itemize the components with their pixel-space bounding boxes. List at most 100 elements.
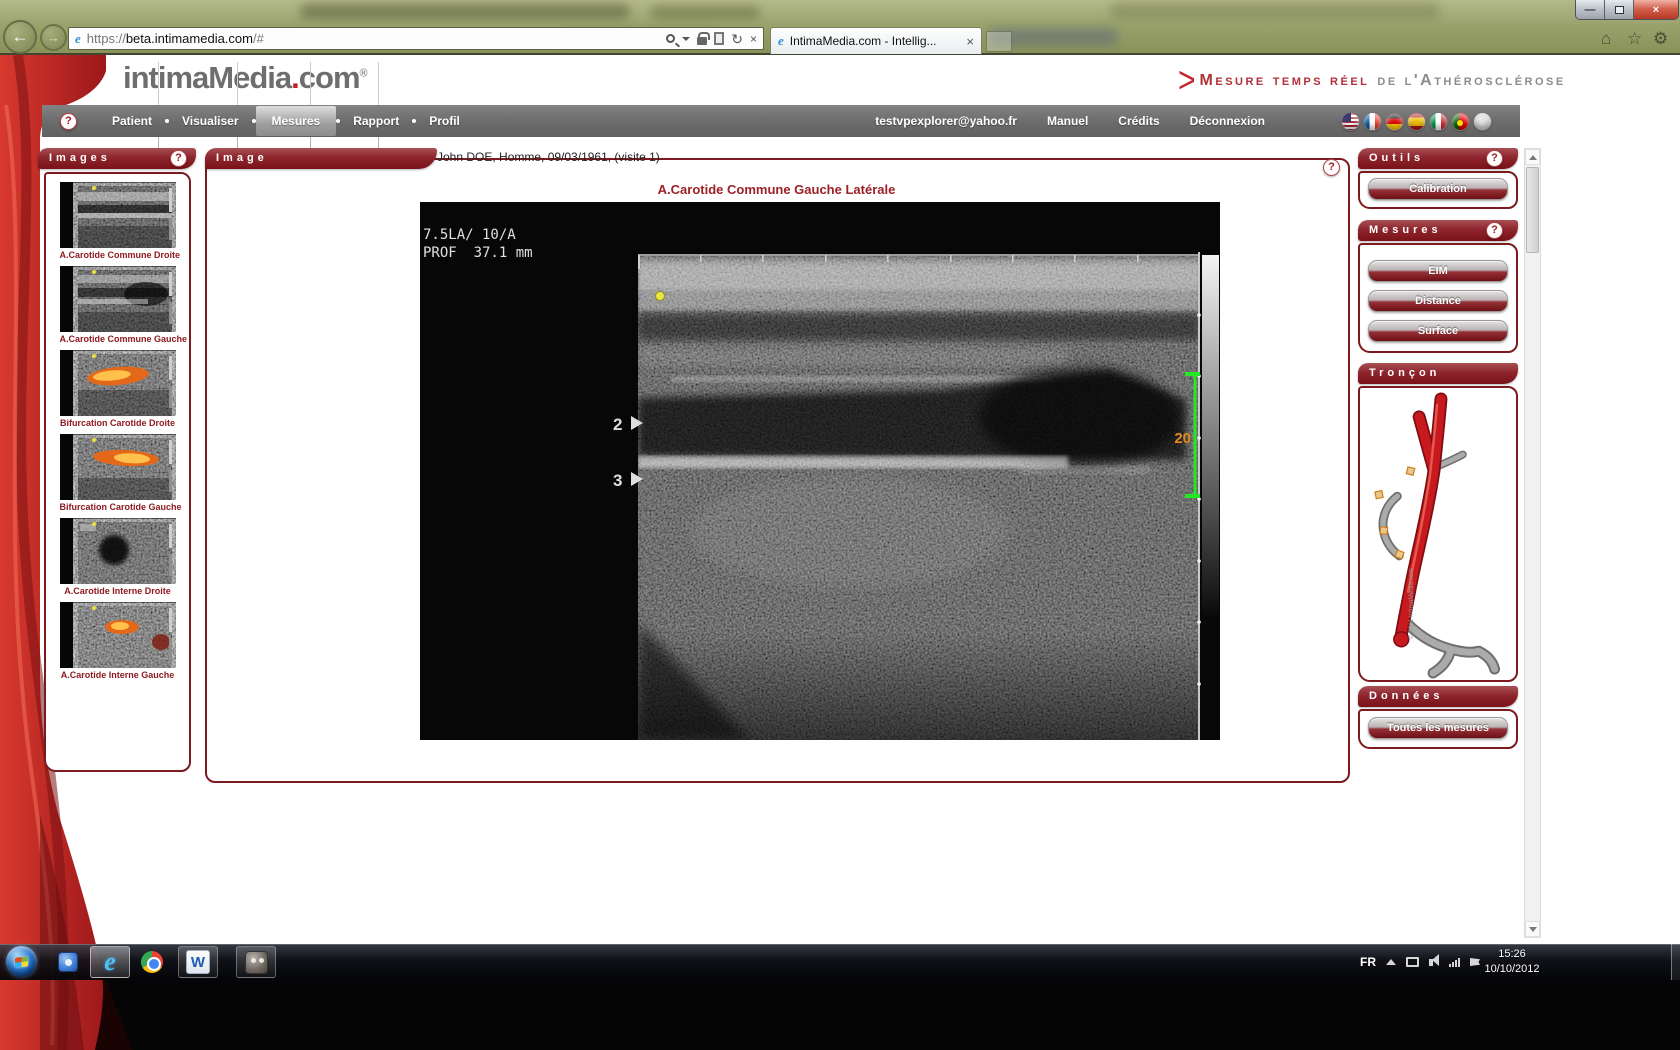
tools-help-icon[interactable]: ? [1486,150,1503,167]
browser-tab[interactable]: e IntimaMedia.com - Intellig... × [770,27,982,54]
flag-pt-icon[interactable] [1451,112,1470,131]
flag-de-icon[interactable] [1385,112,1404,131]
refresh-icon[interactable]: ↻ [731,32,743,46]
tagline-accent: Mesure temps réel [1200,72,1370,90]
thumbnail-label: A.Carotide Interne Gauche [60,670,176,680]
scroll-down-button[interactable] [1525,921,1540,937]
thumbnail-interne-droite[interactable]: A.Carotide Interne Droite [60,518,176,596]
logo-registered: ® [360,68,367,80]
scroll-up-button[interactable] [1525,149,1540,165]
flag-disabled-icon[interactable] [1473,112,1492,131]
gimp-icon [245,951,268,974]
settings-gear-icon[interactable]: ⚙ [1653,30,1668,47]
images-help-icon[interactable]: ? [170,150,187,167]
us-overlay-line1: 7.5LA/ 10/A [423,227,516,243]
taskbar-gimp-button[interactable] [236,946,276,978]
taskbar-ie-button[interactable]: e [90,946,130,978]
forward-icon: → [47,30,60,45]
forward-button[interactable]: → [40,24,67,51]
us-marker-3-label: 3 [613,471,622,490]
measures-help-icon[interactable]: ? [1486,222,1503,239]
arrow-up-icon [1529,155,1537,160]
network-tray-icon[interactable] [1449,958,1460,967]
us-overlay-line2: PROF 37.1 mm [423,245,533,261]
home-icon[interactable]: ⌂ [1601,30,1611,47]
restore-button[interactable] [1605,0,1634,20]
taskbar-app-1[interactable] [50,946,86,978]
calibration-button[interactable]: Calibration [1368,178,1508,200]
us-yellow-marker[interactable] [656,292,665,301]
troncon-panel-header: Tronçon [1358,363,1518,384]
all-measures-button[interactable]: Toutes les mesures [1368,717,1508,739]
compatibility-view-icon[interactable] [714,32,724,45]
account-email[interactable]: testvpexplorer@yahoo.fr [875,114,1017,128]
favorites-star-icon[interactable]: ☆ [1627,30,1642,47]
address-bar[interactable]: e https://beta.intimamedia.com/# ↻ × [68,27,764,50]
nav-item-profil[interactable]: Profil [416,114,473,128]
content-scrollbar[interactable] [1524,148,1541,938]
scrollbar-thumb[interactable] [1526,167,1539,253]
chrome-icon [141,951,163,973]
nav-link-manuel[interactable]: Manuel [1047,114,1088,128]
thumbnail-carotide-commune-droite[interactable]: A.Carotide Commune Droite [60,182,176,260]
flag-fr-icon[interactable] [1363,112,1382,131]
taskbar-clock[interactable]: 15:26 10/10/2012 [1474,947,1550,977]
nav-dot [252,119,256,123]
word-icon: W [186,950,210,974]
tab-favicon: e [778,33,784,49]
ie-favicon: e [75,31,81,47]
logo-dot: . [291,60,299,95]
nav-help-icon[interactable]: ? [60,113,77,130]
flag-es-icon[interactable] [1407,112,1426,131]
nav-link-deconnexion[interactable]: Déconnexion [1190,114,1265,128]
url-text: https://beta.intimamedia.com/# [87,31,264,46]
surface-button[interactable]: Surface [1368,320,1508,342]
nav-separator [158,62,159,105]
site-logo[interactable]: intimaMedia.com® [123,60,367,96]
search-icon[interactable] [666,34,675,43]
volume-tray-icon[interactable] [1429,953,1439,971]
show-desktop-button[interactable] [1671,944,1680,980]
nav-item-visualiser[interactable]: Visualiser [169,114,251,128]
site-tagline: > Mesure temps réel de l'Athérosclérose [1178,64,1566,98]
taskbar-word-button[interactable]: W [178,946,218,978]
artery-diagram[interactable]: © 2011 IntimaMedia.com [1363,389,1513,679]
stop-icon[interactable]: × [750,33,757,45]
close-button[interactable]: × [1634,0,1678,20]
nav-item-patient[interactable]: Patient [99,114,165,128]
diagram-copyright: © 2011 IntimaMedia.com [1407,568,1415,639]
thumbnail-bifurcation-gauche[interactable]: Bifurcation Carotide Gauche [60,434,176,512]
language-indicator[interactable]: FR [1360,955,1376,969]
nav-item-mesures[interactable]: Mesures [256,106,337,136]
eim-button[interactable]: EIM [1368,260,1508,282]
artery-end-dot [1394,632,1409,647]
flag-it-icon[interactable] [1429,112,1448,131]
windows-flag-icon [15,956,28,967]
image-help-icon[interactable]: ? [1323,159,1340,176]
back-button[interactable]: ← [3,20,37,54]
thumbnail-interne-gauche[interactable]: A.Carotide Interne Gauche [60,602,176,680]
tab-close-icon[interactable]: × [966,34,974,49]
ultrasound-image[interactable]: 7.5LA/ 10/A PROF 37.1 mm 2 3 20 [420,202,1220,740]
start-button[interactable] [6,946,37,977]
lock-icon [697,37,707,45]
nav-separator [310,62,311,105]
us-grayscale-bar [1202,255,1219,617]
thumbnail-label: Bifurcation Carotide Droite [60,418,176,428]
nav-link-credits[interactable]: Crédits [1118,114,1159,128]
image-title: A.Carotide Commune Gauche Latérale [205,182,1348,197]
display-tray-icon[interactable] [1406,957,1419,967]
thumbnail-bifurcation-droite[interactable]: Bifurcation Carotide Droite [60,350,176,428]
troncon-panel: © 2011 IntimaMedia.com [1358,386,1518,682]
thumbnail-carotide-commune-gauche[interactable]: A.Carotide Commune Gauche [60,266,176,344]
flag-us-icon[interactable] [1341,112,1360,131]
search-dropdown-icon[interactable] [682,37,690,41]
hidden-icons-chevron[interactable] [1386,959,1396,965]
background-window-blur [650,6,760,19]
thumbnail-label: A.Carotide Interne Droite [60,586,176,596]
taskbar-chrome-button[interactable] [134,946,170,978]
nav-item-rapport[interactable]: Rapport [340,114,412,128]
distance-button[interactable]: Distance [1368,290,1508,312]
new-tab-button[interactable] [986,31,1012,52]
minimize-button[interactable]: — [1576,0,1605,20]
